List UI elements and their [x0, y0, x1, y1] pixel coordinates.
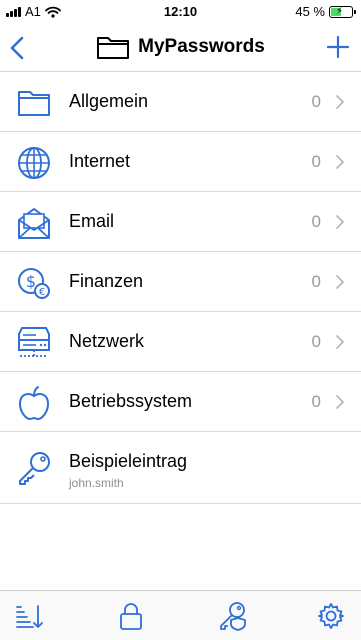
chevron-right-icon [336, 335, 344, 349]
lock-button[interactable] [116, 601, 146, 631]
group-row-allgemein[interactable]: Allgemein 0 [0, 72, 361, 132]
add-button[interactable] [325, 34, 351, 60]
battery-percent: 45 % [295, 4, 325, 19]
group-count: 0 [311, 272, 321, 291]
group-label: Allgemein [69, 91, 149, 111]
chevron-right-icon [336, 275, 344, 289]
gear-icon [318, 603, 344, 629]
group-label: Internet [69, 151, 131, 171]
group-label: Email [69, 211, 115, 231]
entry-title: Beispieleintrag [69, 451, 188, 471]
folder-icon [97, 37, 130, 59]
chevron-right-icon [336, 155, 344, 169]
envelope-icon [18, 208, 50, 239]
lock-icon [120, 603, 142, 630]
group-row-internet[interactable]: Internet 0 [0, 132, 361, 192]
folder-icon [18, 91, 50, 116]
settings-button[interactable] [316, 601, 346, 631]
money-icon: $ € [18, 268, 50, 299]
chevron-right-icon [336, 395, 344, 409]
navigation-bar: MyPasswords [0, 24, 361, 72]
group-label: Betriebssystem [69, 391, 193, 411]
group-row-betriebssystem[interactable]: Betriebssystem 0 [0, 372, 361, 432]
group-count: 0 [311, 392, 321, 411]
battery-charging-icon: ⚡ [329, 5, 356, 18]
plus-icon [326, 35, 350, 59]
sort-icon [16, 605, 43, 628]
group-count: 0 [311, 332, 321, 351]
group-row-finanzen[interactable]: $ € Finanzen 0 [0, 252, 361, 312]
group-row-netzwerk[interactable]: Netzwerk 0 [0, 312, 361, 372]
status-right: 45 % ⚡ [295, 4, 356, 19]
group-row-email[interactable]: Email 0 [0, 192, 361, 252]
entry-row-beispieleintrag[interactable]: Beispieleintrag john.smith [0, 432, 361, 504]
nav-title-group: MyPasswords [0, 34, 361, 60]
page-title: MyPasswords [138, 36, 265, 57]
group-count: 0 [311, 152, 321, 171]
entry-username: john.smith [69, 476, 124, 490]
chevron-right-icon [336, 215, 344, 229]
svg-text:€: € [39, 287, 45, 298]
key-icon [19, 452, 50, 485]
key-shield-icon [220, 602, 246, 631]
group-count: 0 [311, 92, 321, 111]
bottom-toolbar [0, 590, 361, 640]
sort-button[interactable] [14, 601, 44, 631]
group-label: Finanzen [69, 271, 144, 291]
server-icon [18, 327, 50, 357]
password-list: Allgemein 0 Internet 0 Email 0 $ € Finan… [0, 72, 361, 504]
key-shield-button[interactable] [218, 601, 248, 631]
status-bar: A1 12:10 45 % ⚡ [0, 0, 361, 24]
chevron-right-icon [336, 95, 344, 109]
globe-icon [18, 147, 50, 179]
group-count: 0 [311, 212, 321, 231]
group-label: Netzwerk [69, 331, 145, 351]
apple-icon [19, 386, 49, 420]
